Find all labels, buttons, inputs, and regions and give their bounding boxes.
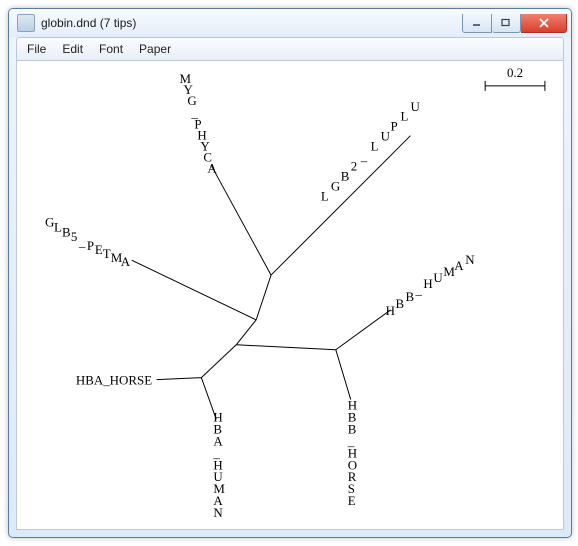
svg-text:H: H	[423, 276, 432, 291]
menu-file[interactable]: File	[19, 40, 54, 58]
window-title: globin.dnd (7 tips)	[41, 16, 462, 30]
tip-hba-horse: HBA_HORSE	[76, 373, 152, 388]
svg-text:U: U	[433, 270, 443, 285]
maximize-button[interactable]	[492, 14, 521, 33]
svg-text:B: B	[62, 224, 71, 239]
svg-text:L: L	[54, 219, 62, 234]
svg-text:N: N	[465, 252, 475, 267]
svg-text:L: L	[321, 188, 329, 203]
menubar: File Edit Font Paper	[16, 37, 564, 60]
app-window: globin.dnd (7 tips) File Edit Font Paper	[8, 8, 572, 538]
minimize-button[interactable]	[462, 14, 492, 33]
svg-text:2: 2	[351, 159, 357, 174]
scale-bar: 0.2	[485, 65, 545, 91]
svg-text:5: 5	[71, 229, 77, 244]
svg-text:B: B	[396, 296, 405, 311]
svg-text:B: B	[406, 289, 415, 304]
tip-labels: MYG_PHYCA M Y G _ P H Y C A LGB2_LUPLU L…	[45, 71, 475, 520]
tree-canvas[interactable]: 0.2	[16, 60, 564, 530]
svg-text:A: A	[121, 254, 131, 269]
svg-text:T: T	[103, 246, 111, 261]
svg-text:P: P	[87, 238, 94, 253]
svg-text:G: G	[45, 214, 54, 229]
window-controls	[462, 14, 569, 33]
svg-text:B: B	[341, 168, 350, 183]
svg-text:G: G	[331, 178, 340, 193]
tree-branches	[132, 136, 411, 420]
menu-paper[interactable]: Paper	[131, 40, 179, 58]
svg-text:U: U	[381, 129, 391, 144]
svg-text:L: L	[401, 109, 409, 124]
svg-text:A: A	[207, 161, 217, 176]
svg-text:E: E	[348, 493, 356, 508]
svg-text:P: P	[391, 119, 398, 134]
phylo-tree: 0.2	[17, 61, 563, 529]
svg-text:A: A	[454, 258, 464, 273]
scale-label: 0.2	[507, 65, 523, 80]
menu-font[interactable]: Font	[91, 40, 131, 58]
close-button[interactable]	[521, 14, 567, 33]
svg-text:_: _	[360, 149, 368, 164]
titlebar[interactable]: globin.dnd (7 tips)	[9, 9, 571, 37]
svg-text:_: _	[78, 234, 86, 249]
svg-text:L: L	[371, 139, 379, 154]
svg-text:_: _	[414, 282, 422, 297]
svg-text:N: N	[213, 505, 223, 520]
svg-text:U: U	[410, 99, 420, 114]
svg-text:E: E	[95, 242, 103, 257]
svg-text:H: H	[386, 303, 395, 318]
app-icon	[17, 14, 35, 32]
menu-edit[interactable]: Edit	[54, 40, 91, 58]
